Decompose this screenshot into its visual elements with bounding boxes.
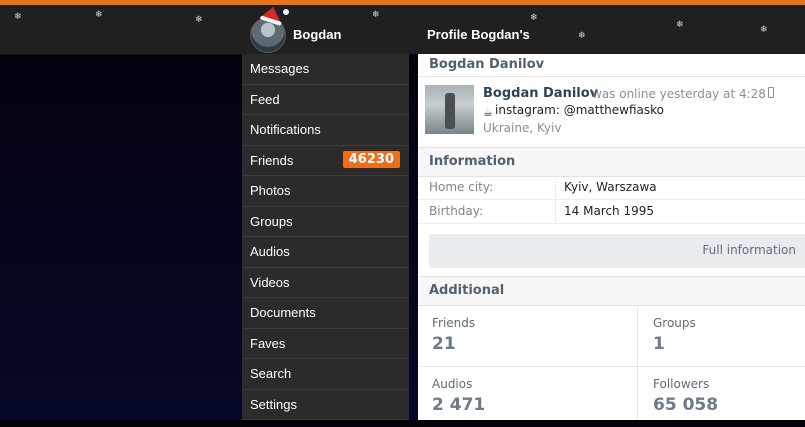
info-value[interactable]: Kyiv, Warszawa bbox=[564, 180, 657, 194]
additional-section-header: Additional bbox=[418, 276, 805, 306]
snowflake-icon: ❄ bbox=[530, 13, 538, 23]
counter-label: Groups bbox=[653, 316, 696, 330]
sidebar-item-messages[interactable]: Messages bbox=[242, 54, 409, 85]
sidebar-item-label: Audios bbox=[250, 244, 290, 260]
counter-label: Followers bbox=[653, 377, 710, 391]
sidebar-item-label: Settings bbox=[250, 396, 297, 412]
counter-value: 65 058 bbox=[653, 395, 719, 415]
sidebar-item-label: Groups bbox=[250, 213, 293, 229]
counter-label: Audios bbox=[432, 377, 473, 391]
snowflake-icon: ❄ bbox=[372, 10, 380, 20]
online-status: was online yesterday at 4:28 bbox=[592, 87, 766, 101]
sidebar-item-notifications[interactable]: Notifications bbox=[242, 115, 409, 146]
info-label: Birthday: bbox=[429, 204, 484, 218]
sidebar-item-search[interactable]: Search bbox=[242, 359, 409, 390]
snowflake-icon: ❄ bbox=[95, 10, 103, 20]
snowflake-icon: ❄ bbox=[14, 12, 22, 22]
phone-icon bbox=[768, 87, 774, 98]
sidebar-item-documents[interactable]: Documents bbox=[242, 298, 409, 329]
santa-hat-pom bbox=[283, 9, 289, 15]
divider bbox=[418, 366, 805, 367]
profile-photo[interactable] bbox=[425, 85, 474, 134]
info-value[interactable]: 14 March 1995 bbox=[564, 204, 654, 218]
sidebar-item-label: Videos bbox=[250, 274, 290, 290]
sidebar-item-label: Messages bbox=[250, 61, 310, 77]
snowflake-icon: ❄ bbox=[760, 25, 768, 35]
section-title: Additional bbox=[429, 283, 505, 298]
sidebar-item-settings[interactable]: Settings bbox=[242, 390, 409, 420]
top-header: ❄ ❄ ❄ ❄ ❄ ❄ ❄ ❄ Bogdan Profile Bogdan's bbox=[0, 3, 805, 55]
counter-groups[interactable]: Groups 1 bbox=[639, 306, 805, 366]
divider bbox=[637, 306, 638, 420]
snowflake-icon: ❄ bbox=[578, 31, 586, 41]
header-user-name[interactable]: Bogdan bbox=[293, 27, 341, 42]
sidebar-item-groups[interactable]: Groups bbox=[242, 207, 409, 237]
sidebar-item-friends[interactable]: Friends 46230 bbox=[242, 146, 409, 176]
snowflake-icon: ❄ bbox=[195, 15, 203, 25]
counter-friends[interactable]: Friends 21 bbox=[418, 306, 628, 366]
information-section-header: Information bbox=[418, 147, 805, 177]
sidebar-item-label: Notifications bbox=[250, 122, 321, 138]
coffee-icon: ☕ bbox=[483, 106, 493, 119]
profile-name[interactable]: Bogdan Danilov bbox=[483, 86, 598, 101]
sidebar-item-label: Feed bbox=[250, 91, 280, 107]
divider bbox=[555, 176, 556, 200]
profile-title: Bogdan Danilov bbox=[429, 57, 545, 72]
counter-value: 1 bbox=[653, 334, 665, 354]
full-information-label: Full information bbox=[702, 243, 796, 257]
sidebar-item-label: Search bbox=[250, 366, 292, 382]
sidebar-item-audios[interactable]: Audios bbox=[242, 237, 409, 268]
counter-value: 21 bbox=[432, 334, 456, 354]
sidebar: Messages Feed Notifications Friends 4623… bbox=[242, 54, 409, 420]
counter-followers[interactable]: Followers 65 058 bbox=[639, 367, 805, 427]
sidebar-item-feed[interactable]: Feed bbox=[242, 85, 409, 115]
section-title: Information bbox=[429, 154, 516, 169]
sidebar-item-faves[interactable]: Faves bbox=[242, 329, 409, 359]
page-title: Profile Bogdan's bbox=[427, 27, 530, 42]
snowflake-icon: ❄ bbox=[676, 20, 684, 30]
info-label: Home city: bbox=[429, 180, 494, 194]
info-row-birthday: Birthday: 14 March 1995 bbox=[418, 200, 805, 224]
profile-card: Bogdan Danilov was online yesterday at 4… bbox=[418, 76, 805, 147]
profile-panel: Bogdan Danilov Bogdan Danilov was online… bbox=[418, 54, 805, 420]
profile-location: Ukraine, Kyiv bbox=[483, 121, 562, 135]
sidebar-item-photos[interactable]: Photos bbox=[242, 176, 409, 207]
sidebar-item-label: Photos bbox=[250, 183, 291, 199]
counter-value: 2 471 bbox=[432, 395, 486, 415]
profile-status-text: instagram: @matthewfiasko bbox=[495, 103, 664, 117]
info-row-home-city: Home city: Kyiv, Warszawa bbox=[418, 176, 805, 200]
sidebar-item-label: Documents bbox=[250, 305, 316, 321]
sidebar-item-label: Faves bbox=[250, 335, 286, 351]
sidebar-item-videos[interactable]: Videos bbox=[242, 268, 409, 298]
counter-audios[interactable]: Audios 2 471 bbox=[418, 367, 628, 427]
counter-label: Friends bbox=[432, 316, 476, 330]
sidebar-item-label: Friends bbox=[250, 152, 294, 168]
friends-count-badge: 46230 bbox=[342, 150, 400, 168]
divider bbox=[555, 200, 556, 224]
full-information-button[interactable]: Full information bbox=[429, 234, 805, 268]
